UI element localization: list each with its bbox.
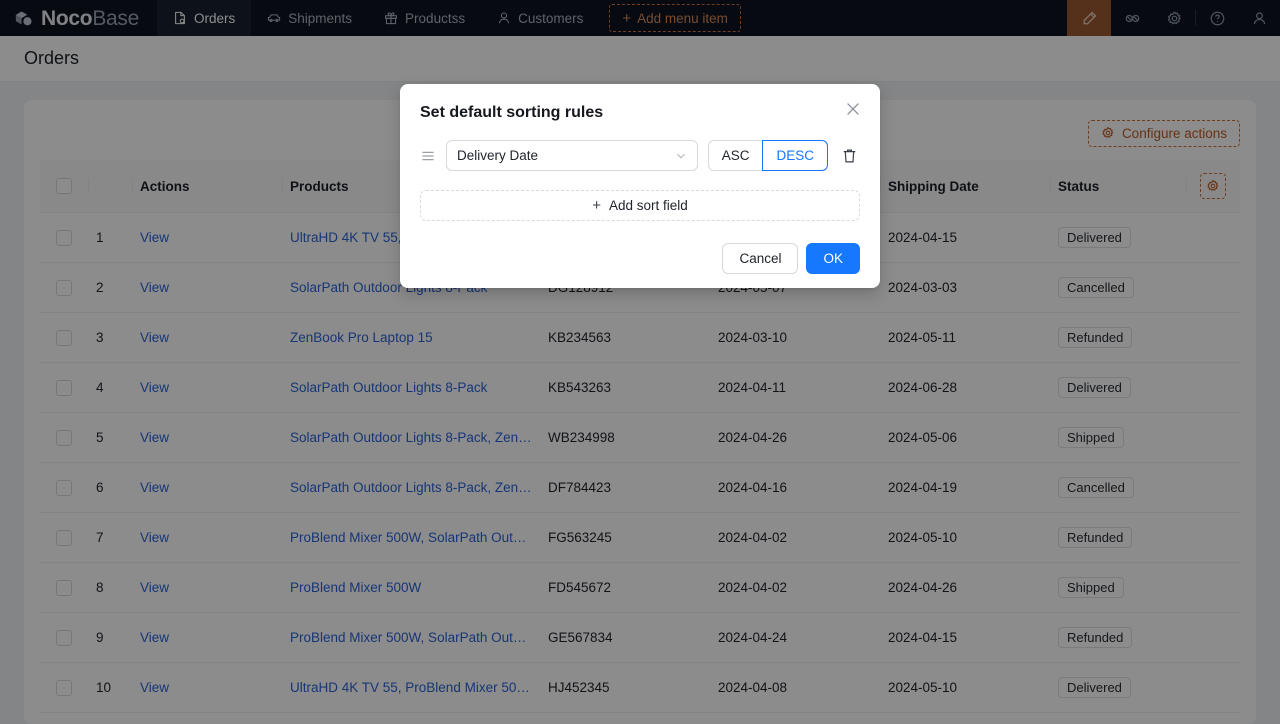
sort-direction-desc-button[interactable]: DESC <box>762 140 828 171</box>
cancel-button[interactable]: Cancel <box>722 243 799 274</box>
trash-icon <box>843 149 855 162</box>
app-root: NocoBase Orders Shipments Productss Cust… <box>0 0 1280 724</box>
add-sort-field-button[interactable]: + Add sort field <box>420 190 860 221</box>
add-sort-field-label: Add sort field <box>608 198 688 213</box>
plus-icon: + <box>592 197 601 214</box>
sort-rule-row: Delivery Date ASC DESC <box>420 140 860 171</box>
dialog-close-button[interactable] <box>842 98 864 120</box>
sort-field-select[interactable]: Delivery Date <box>446 140 698 171</box>
close-icon <box>847 103 859 115</box>
sort-direction-group: ASC DESC <box>707 140 828 171</box>
sort-field-value: Delivery Date <box>457 148 539 163</box>
drag-handle-icon[interactable] <box>420 148 436 164</box>
chevron-down-icon <box>676 153 685 159</box>
delete-sort-rule-button[interactable] <box>838 145 860 167</box>
sort-direction-asc-button[interactable]: ASC <box>707 140 764 171</box>
dialog-footer: Cancel OK <box>420 243 860 274</box>
ok-button[interactable]: OK <box>806 243 860 274</box>
dialog-title: Set default sorting rules <box>420 104 604 121</box>
sorting-rules-dialog: Set default sorting rules Delivery Date … <box>400 84 880 288</box>
